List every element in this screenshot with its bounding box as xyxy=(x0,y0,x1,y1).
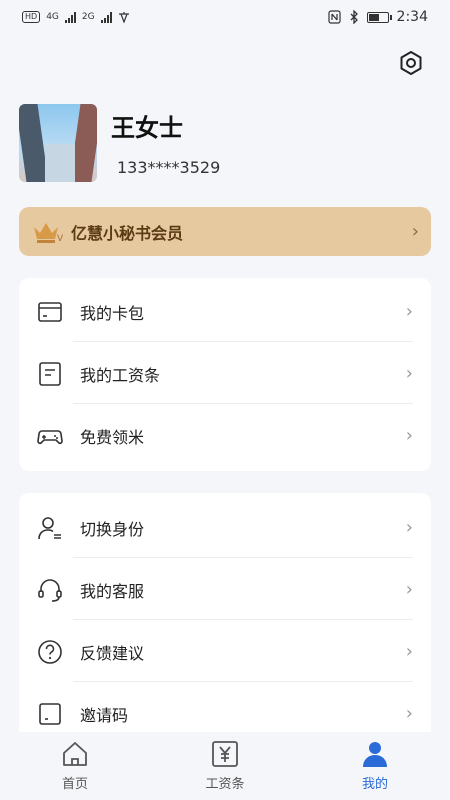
chevron-right-icon: › xyxy=(405,703,413,724)
status-bar: HD 4G 2G 2:34 xyxy=(0,0,450,34)
menu-item-feedback[interactable]: 反馈建议 › xyxy=(19,621,431,682)
person-icon xyxy=(363,742,387,767)
menu-label: 免费领米 xyxy=(80,427,145,447)
feedback-question-icon xyxy=(38,639,62,664)
chevron-right-icon: › xyxy=(405,641,413,662)
tab-mine[interactable]: 我的 xyxy=(300,732,450,800)
chevron-right-icon: › xyxy=(405,301,413,322)
menu-item-payslip[interactable]: 我的工资条 › xyxy=(19,343,431,404)
chevron-right-icon: › xyxy=(411,221,419,242)
menu-label: 我的卡包 xyxy=(80,303,145,323)
menu-item-switch-identity[interactable]: 切换身份 › xyxy=(19,497,431,558)
menu-label: 我的工资条 xyxy=(80,365,161,385)
hd-badge: HD xyxy=(22,11,41,23)
menu-item-customer-service[interactable]: 我的客服 › xyxy=(19,559,431,620)
menu-label: 切换身份 xyxy=(80,519,145,539)
chevron-right-icon: › xyxy=(405,363,413,384)
user-name: 王女士 xyxy=(111,114,183,142)
signal-icon xyxy=(64,11,76,23)
divider xyxy=(73,341,413,342)
menu-label: 反馈建议 xyxy=(80,643,145,663)
svg-text:V: V xyxy=(57,234,64,244)
divider xyxy=(73,403,413,404)
payslip-icon xyxy=(39,361,61,386)
menu-item-card-wallet[interactable]: 我的卡包 › xyxy=(19,281,431,342)
status-time: 2:34 xyxy=(396,9,428,25)
chevron-right-icon: › xyxy=(405,579,413,600)
network-type-1: 4G xyxy=(46,12,59,22)
vip-membership-banner[interactable]: V 亿慧小秘书会员 › xyxy=(19,207,431,256)
nfc-icon xyxy=(327,10,341,24)
chevron-right-icon: › xyxy=(405,425,413,446)
tab-label: 工资条 xyxy=(205,777,245,792)
divider xyxy=(73,619,413,620)
divider xyxy=(73,557,413,558)
tab-label: 我的 xyxy=(361,777,388,792)
tab-home[interactable]: 首页 xyxy=(0,732,150,800)
status-right: 2:34 xyxy=(327,9,428,25)
switch-identity-icon xyxy=(38,516,61,539)
vip-label: 亿慧小秘书会员 xyxy=(71,223,184,243)
avatar[interactable] xyxy=(19,104,97,182)
invite-code-icon xyxy=(39,702,61,725)
menu-item-free-rice[interactable]: 免费领米 › xyxy=(19,405,431,466)
menu-label: 我的客服 xyxy=(80,581,145,601)
home-icon xyxy=(63,742,87,766)
bottom-tab-bar: 首页 工资条 我的 xyxy=(0,732,450,800)
chevron-right-icon: › xyxy=(405,517,413,538)
status-left: HD 4G 2G xyxy=(22,11,130,23)
menu-card-2: 切换身份 › 我的客服 › 反馈建议 › 邀请码 › xyxy=(19,493,431,753)
tab-payslip[interactable]: 工资条 xyxy=(150,732,300,800)
gamepad-icon xyxy=(37,429,63,444)
yen-payslip-icon xyxy=(212,741,238,767)
signal-icon-2 xyxy=(100,11,112,23)
card-wallet-icon xyxy=(38,301,62,322)
network-type-2: 2G xyxy=(81,12,95,22)
divider xyxy=(73,681,413,682)
app-notification-icon xyxy=(118,12,129,23)
menu-label: 邀请码 xyxy=(80,705,129,725)
settings-gear-icon[interactable] xyxy=(398,50,424,76)
headset-icon xyxy=(38,578,62,602)
battery-icon xyxy=(366,11,392,23)
user-phone: 133****3529 xyxy=(117,158,221,177)
tab-label: 首页 xyxy=(61,777,88,792)
bluetooth-icon xyxy=(350,10,358,24)
menu-card-1: 我的卡包 › 我的工资条 › 免费领米 › xyxy=(19,278,431,471)
crown-vip-icon: V xyxy=(34,222,64,244)
profile-header[interactable]: 王女士 133****3529 xyxy=(19,104,439,184)
